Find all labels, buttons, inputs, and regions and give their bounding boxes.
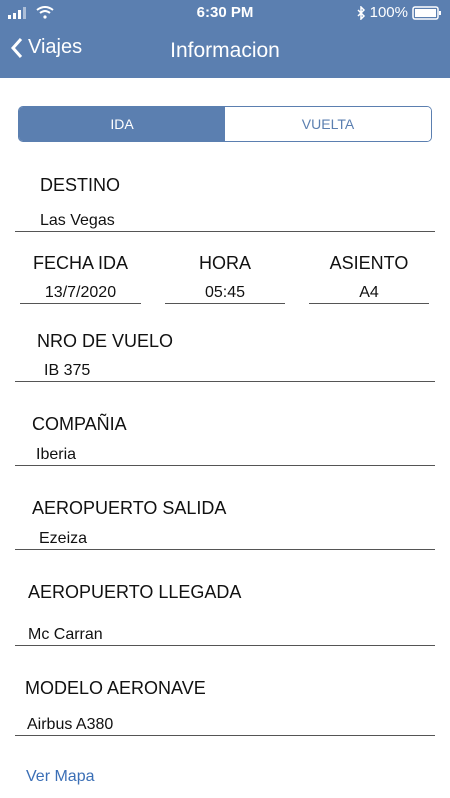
salida-divider bbox=[15, 549, 435, 550]
compania-divider bbox=[15, 465, 435, 466]
asiento-label: ASIENTO bbox=[329, 253, 409, 273]
hora-value[interactable]: 05:45 bbox=[165, 284, 285, 302]
destino-value[interactable]: Las Vegas bbox=[40, 212, 115, 230]
bluetooth-icon bbox=[357, 5, 365, 20]
hora-divider bbox=[165, 303, 285, 304]
fecha-value[interactable]: 13/7/2020 bbox=[20, 284, 141, 302]
salida-value[interactable]: Ezeiza bbox=[39, 530, 87, 548]
destino-divider bbox=[15, 231, 435, 232]
vuelo-divider bbox=[15, 381, 435, 382]
status-bar: 6:30 PM 100% bbox=[0, 0, 450, 26]
status-right: 100% bbox=[356, 4, 442, 21]
tab-vuelta[interactable]: VUELTA bbox=[225, 107, 431, 141]
compania-value[interactable]: Iberia bbox=[36, 446, 76, 464]
modelo-divider bbox=[15, 735, 435, 736]
llegada-label: AEROPUERTO LLEGADA bbox=[28, 582, 242, 602]
ver-mapa-link[interactable]: Ver Mapa bbox=[26, 768, 94, 786]
hora-col: HORA 05:45 bbox=[165, 253, 285, 302]
modelo-label: MODELO AERONAVE bbox=[25, 678, 206, 698]
page-title: Informacion bbox=[170, 39, 280, 62]
fecha-divider bbox=[20, 303, 141, 304]
asiento-col: ASIENTO A4 bbox=[309, 253, 429, 302]
llegada-divider bbox=[15, 645, 435, 646]
battery-icon bbox=[412, 5, 441, 20]
destino-label: DESTINO bbox=[40, 175, 121, 195]
asiento-value[interactable]: A4 bbox=[309, 284, 429, 302]
modelo-value[interactable]: Airbus A380 bbox=[27, 716, 113, 734]
tab-ida[interactable]: IDA bbox=[19, 107, 225, 141]
asiento-divider bbox=[309, 303, 429, 304]
fecha-col: FECHA IDA 13/7/2020 bbox=[20, 253, 141, 302]
nav-bar: Viajes Informacion bbox=[0, 26, 450, 76]
compania-label: COMPAÑIA bbox=[32, 414, 127, 434]
hora-label: HORA bbox=[198, 253, 251, 273]
content: IDA VUELTA DESTINO Las Vegas FECHA IDA 1… bbox=[0, 78, 450, 798]
salida-label: AEROPUERTO SALIDA bbox=[32, 498, 227, 518]
fecha-label: FECHA IDA bbox=[32, 253, 129, 273]
vuelo-label: NRO DE VUELO bbox=[37, 331, 174, 351]
segmented-control: IDA VUELTA bbox=[18, 106, 432, 142]
llegada-value[interactable]: Mc Carran bbox=[28, 626, 103, 644]
vuelo-value[interactable]: IB 375 bbox=[44, 362, 90, 380]
battery-percent: 100% bbox=[369, 4, 408, 21]
